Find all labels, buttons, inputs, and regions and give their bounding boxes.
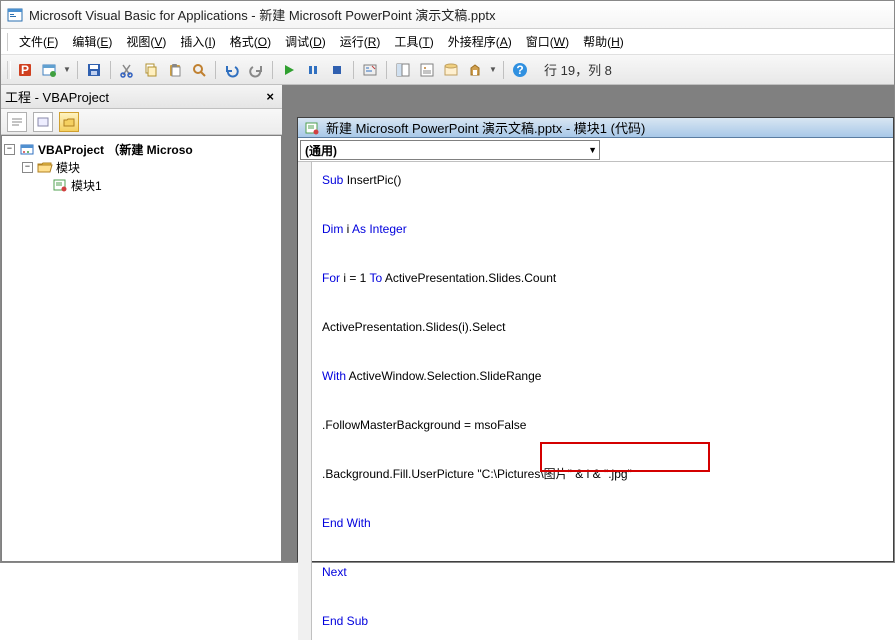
- toolbar-separator: [110, 61, 111, 79]
- object-dropdown[interactable]: (通用) ▼: [300, 140, 600, 160]
- toolbar-grip: [7, 61, 11, 79]
- chevron-down-icon: ▼: [588, 145, 597, 155]
- toolbox-icon[interactable]: [465, 60, 485, 80]
- mdi-area: 新建 Microsoft PowerPoint 演示文稿.pptx - 模块1 …: [285, 85, 894, 562]
- project-explorer-panel: 工程 - VBAProject × − VBAProject （新建 Micro…: [1, 85, 285, 562]
- toolbar-separator: [272, 61, 273, 79]
- view-ppt-icon[interactable]: P: [15, 60, 35, 80]
- menu-run[interactable]: 运行(R): [334, 30, 387, 53]
- modules-folder-label: 模块: [56, 159, 80, 176]
- project-panel-title: 工程 - VBAProject: [5, 87, 109, 106]
- module-icon: [52, 178, 68, 192]
- reset-icon[interactable]: [327, 60, 347, 80]
- project-icon: [19, 142, 35, 156]
- close-icon[interactable]: ×: [262, 89, 278, 104]
- tree-modules-folder-row[interactable]: − 模块: [4, 158, 279, 176]
- collapse-icon[interactable]: −: [4, 144, 15, 155]
- help-icon[interactable]: ?: [510, 60, 530, 80]
- code-editor[interactable]: Sub InsertPic() Dim i As Integer For i =…: [312, 162, 893, 640]
- menu-bar: 文件(F) 编辑(E) 视图(V) 插入(I) 格式(O) 调试(D) 运行(R…: [1, 29, 894, 55]
- run-icon[interactable]: [279, 60, 299, 80]
- view-object-icon[interactable]: [33, 112, 53, 132]
- menu-format[interactable]: 格式(O): [224, 30, 277, 53]
- toolbar: P ▼ ▼ ? 行 19，列 8: [1, 55, 894, 85]
- menu-edit[interactable]: 编辑(E): [66, 30, 118, 53]
- menu-debug[interactable]: 调试(D): [279, 30, 332, 53]
- code-window-titlebar[interactable]: 新建 Microsoft PowerPoint 演示文稿.pptx - 模块1 …: [298, 118, 893, 138]
- properties-icon[interactable]: [417, 60, 437, 80]
- undo-icon[interactable]: [222, 60, 242, 80]
- break-icon[interactable]: [303, 60, 323, 80]
- folder-open-icon: [37, 160, 53, 174]
- project-tree[interactable]: − VBAProject （新建 Microso − 模块 模块1: [1, 135, 282, 562]
- find-icon[interactable]: [189, 60, 209, 80]
- dropdown-arrow-icon[interactable]: ▼: [489, 65, 497, 74]
- toolbar-separator: [386, 61, 387, 79]
- insert-module-icon[interactable]: [39, 60, 59, 80]
- toggle-folders-icon[interactable]: [59, 112, 79, 132]
- object-dropdown-value: (通用): [305, 142, 337, 159]
- toolbar-separator: [353, 61, 354, 79]
- menu-insert[interactable]: 插入(I): [174, 30, 221, 53]
- project-root-label: VBAProject （新建 Microso: [38, 141, 193, 158]
- toolbar-separator: [503, 61, 504, 79]
- paste-icon[interactable]: [165, 60, 185, 80]
- module1-label: 模块1: [71, 177, 102, 194]
- toolbar-separator: [77, 61, 78, 79]
- tree-module1-row[interactable]: 模块1: [4, 176, 279, 194]
- design-mode-icon[interactable]: [360, 60, 380, 80]
- window-titlebar: Microsoft Visual Basic for Applications …: [1, 1, 894, 29]
- project-explorer-icon[interactable]: [393, 60, 413, 80]
- menu-tools[interactable]: 工具(T): [388, 30, 439, 53]
- project-panel-header: 工程 - VBAProject ×: [1, 85, 282, 109]
- code-window-title: 新建 Microsoft PowerPoint 演示文稿.pptx - 模块1 …: [326, 118, 645, 137]
- toolbar-separator: [215, 61, 216, 79]
- dropdown-arrow-icon[interactable]: ▼: [63, 65, 71, 74]
- collapse-icon[interactable]: −: [22, 162, 33, 173]
- cursor-position: 行 19，列 8: [544, 60, 612, 79]
- menu-help[interactable]: 帮助(H): [577, 30, 630, 53]
- menu-view[interactable]: 视图(V): [120, 30, 172, 53]
- app-icon: [7, 7, 23, 23]
- cut-icon[interactable]: [117, 60, 137, 80]
- redo-icon[interactable]: [246, 60, 266, 80]
- window-title: Microsoft Visual Basic for Applications …: [29, 5, 495, 24]
- copy-icon[interactable]: [141, 60, 161, 80]
- code-dropdown-row: (通用) ▼: [298, 138, 893, 162]
- code-window-icon: [304, 121, 320, 135]
- menu-addins[interactable]: 外接程序(A): [442, 30, 518, 53]
- object-browser-icon[interactable]: [441, 60, 461, 80]
- view-code-icon[interactable]: [7, 112, 27, 132]
- code-window: 新建 Microsoft PowerPoint 演示文稿.pptx - 模块1 …: [297, 117, 894, 562]
- save-icon[interactable]: [84, 60, 104, 80]
- tree-root-row[interactable]: − VBAProject （新建 Microso: [4, 140, 279, 158]
- svg-text:P: P: [21, 63, 29, 77]
- svg-text:?: ?: [516, 63, 523, 77]
- menu-file[interactable]: 文件(F): [13, 30, 64, 53]
- code-gutter: [298, 162, 312, 640]
- project-panel-toolbar: [1, 109, 282, 135]
- menu-window[interactable]: 窗口(W): [520, 30, 575, 53]
- menu-grip: [7, 33, 11, 51]
